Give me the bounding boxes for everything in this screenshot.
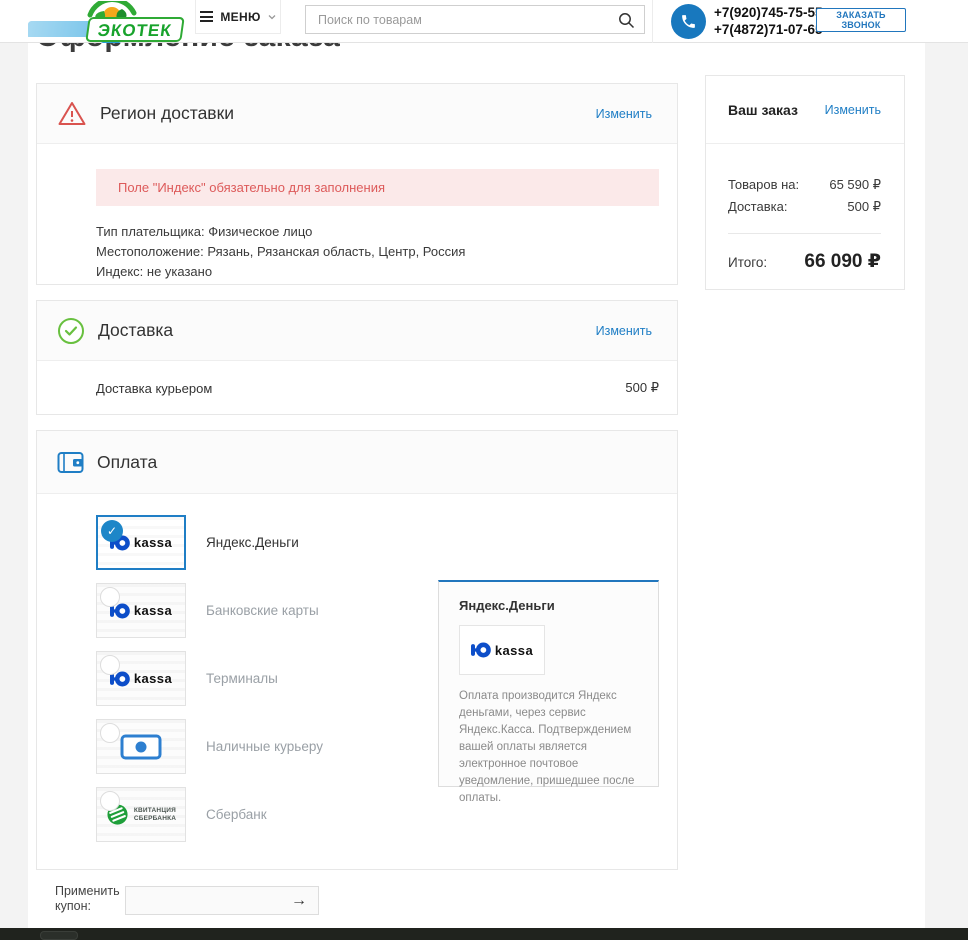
radio-icon bbox=[100, 587, 120, 607]
order-summary-header: Ваш заказ Изменить bbox=[706, 76, 904, 144]
payment-label[interactable]: Терминалы bbox=[206, 671, 278, 686]
delivery-method-label: Доставка курьером bbox=[96, 381, 212, 396]
coupon-label: Применить купон: bbox=[55, 884, 123, 914]
order-summary-title: Ваш заказ bbox=[728, 102, 798, 118]
header-divider bbox=[652, 0, 653, 43]
phone-icon[interactable] bbox=[671, 4, 706, 39]
yookassa-logo: kassa bbox=[471, 640, 533, 660]
payment-section-title: Оплата bbox=[97, 452, 157, 473]
coupon-field: → bbox=[125, 886, 319, 915]
region-section-title: Регион доставки bbox=[100, 103, 234, 124]
payment-tile-yandex-money[interactable]: ✓ kassa bbox=[96, 515, 186, 570]
order-edit-link[interactable]: Изменить bbox=[825, 103, 881, 117]
order-delivery-row: Доставка: 500 ₽ bbox=[728, 199, 881, 215]
order-total-value: 66 090 ₽ bbox=[804, 250, 881, 273]
payment-tile-bank-cards[interactable]: kassa bbox=[96, 583, 186, 638]
radio-icon bbox=[100, 791, 120, 811]
delivery-section-title: Доставка bbox=[98, 320, 173, 341]
region-postcode: Индекс: не указано bbox=[96, 262, 659, 282]
order-total-label: Итого: bbox=[728, 255, 767, 270]
order-items-value: 65 590 ₽ bbox=[829, 177, 881, 193]
payment-section-header: Оплата bbox=[37, 431, 677, 494]
order-delivery-label: Доставка: bbox=[728, 199, 787, 215]
phone-numbers: +7(920)745-75-55 +7(4872)71-07-65 bbox=[714, 4, 822, 38]
coupon-submit-button[interactable]: → bbox=[287, 890, 311, 912]
region-location: Местоположение: Рязань, Рязанская област… bbox=[96, 242, 659, 262]
logo-wordmark: ЭКОТЕК bbox=[86, 18, 183, 41]
svg-text:ЭКОТЕК: ЭКОТЕК bbox=[97, 21, 173, 40]
payment-tile-terminals[interactable]: kassa bbox=[96, 651, 186, 706]
payment-section: Оплата ✓ kassa Яндекс.Деньги kassa bbox=[36, 430, 678, 870]
order-items-label: Товаров на: bbox=[728, 177, 799, 193]
payment-label[interactable]: Банковские карты bbox=[206, 603, 319, 618]
payment-tile-sberbank[interactable]: КВИТАНЦИЯ СБЕРБАНКА bbox=[96, 787, 186, 842]
payment-detail-logo-box: kassa bbox=[459, 625, 545, 675]
phone-number-1[interactable]: +7(920)745-75-55 bbox=[714, 4, 822, 21]
menu-button-label: МЕНЮ bbox=[220, 10, 260, 24]
region-error-message: Поле "Индекс" обязательно для заполнения bbox=[96, 169, 659, 206]
payment-options: ✓ kassa Яндекс.Деньги kassa Банковские к… bbox=[37, 494, 677, 842]
cash-icon bbox=[120, 734, 162, 760]
payment-option-yandex-money: ✓ kassa Яндекс.Деньги bbox=[96, 515, 677, 570]
order-total-row: Итого: 66 090 ₽ bbox=[706, 234, 904, 273]
region-section-header: Регион доставки Изменить bbox=[37, 84, 677, 144]
arrow-right-icon: → bbox=[291, 892, 307, 910]
radio-icon bbox=[100, 655, 120, 675]
payment-detail-panel: Яндекс.Деньги kassa Оплата производится … bbox=[438, 580, 659, 787]
delivery-method-row: Доставка курьером 500 ₽ bbox=[37, 361, 677, 415]
radio-icon bbox=[100, 723, 120, 743]
region-edit-link[interactable]: Изменить bbox=[596, 107, 652, 121]
callback-button[interactable]: ЗАКАЗАТЬ ЗВОНОК bbox=[816, 8, 906, 32]
hamburger-icon bbox=[200, 11, 213, 22]
payment-label[interactable]: Сбербанк bbox=[206, 807, 267, 822]
footer-bar bbox=[0, 928, 968, 940]
region-section: Регион доставки Изменить Поле "Индекс" о… bbox=[36, 83, 678, 285]
delivery-section-header: Доставка Изменить bbox=[37, 301, 677, 361]
order-delivery-value: 500 ₽ bbox=[847, 199, 881, 215]
yookassa-logo: kassa bbox=[110, 601, 172, 621]
order-items-row: Товаров на: 65 590 ₽ bbox=[728, 177, 881, 193]
warning-icon bbox=[57, 100, 87, 127]
search-icon[interactable] bbox=[618, 12, 635, 29]
ekotek-logo[interactable]: ЭКОТЕК bbox=[28, 1, 188, 48]
region-info: Тип плательщика: Физическое лицо Местопо… bbox=[96, 222, 659, 282]
order-summary: Ваш заказ Изменить Товаров на: 65 590 ₽ … bbox=[705, 75, 905, 290]
yookassa-logo: kassa bbox=[110, 669, 172, 689]
payment-label[interactable]: Наличные курьеру bbox=[206, 739, 323, 754]
payment-detail-description: Оплата производится Яндекс деньгами, чер… bbox=[459, 688, 638, 807]
search-box bbox=[305, 5, 645, 34]
delivery-edit-link[interactable]: Изменить bbox=[596, 324, 652, 338]
menu-button[interactable]: МЕНЮ bbox=[195, 0, 281, 34]
payment-detail-title: Яндекс.Деньги bbox=[459, 598, 638, 613]
delivery-method-price: 500 ₽ bbox=[625, 380, 659, 396]
region-payer-type: Тип плательщика: Физическое лицо bbox=[96, 222, 659, 242]
delivery-section: Доставка Изменить Доставка курьером 500 … bbox=[36, 300, 678, 415]
order-summary-rows: Товаров на: 65 590 ₽ Доставка: 500 ₽ bbox=[706, 144, 904, 215]
chevron-down-icon bbox=[268, 13, 276, 21]
payment-tile-cash[interactable] bbox=[96, 719, 186, 774]
phone-number-2[interactable]: +7(4872)71-07-65 bbox=[714, 21, 822, 38]
radio-checked-icon: ✓ bbox=[101, 520, 123, 542]
search-input[interactable] bbox=[306, 6, 644, 33]
payment-label[interactable]: Яндекс.Деньги bbox=[206, 535, 299, 550]
wallet-icon bbox=[57, 451, 84, 474]
success-check-icon bbox=[57, 317, 85, 345]
footer-widget bbox=[40, 931, 78, 940]
